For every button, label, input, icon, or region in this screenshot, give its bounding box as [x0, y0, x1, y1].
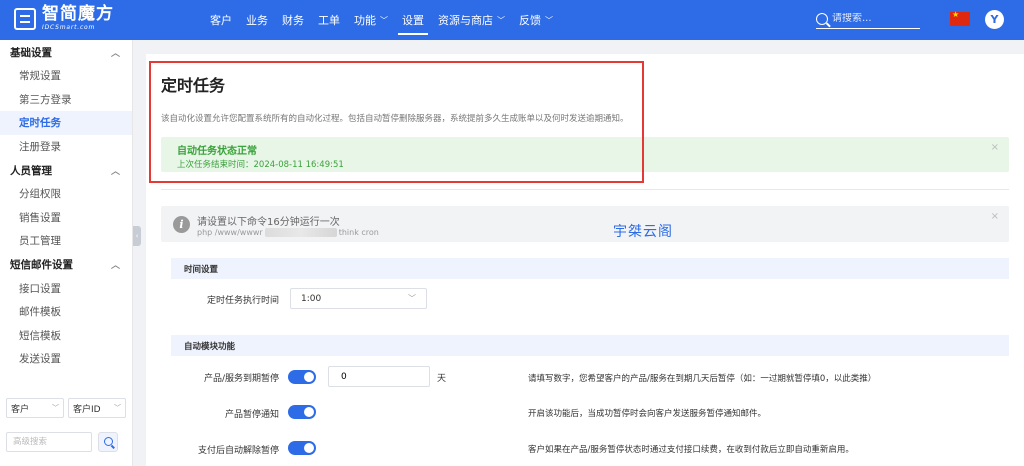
filter-field-select[interactable]: 客户ID ﹀: [68, 398, 126, 418]
sidebar: 基础设置 ︿ 常规设置 第三方登录 定时任务 注册登录 人员管理 ︿ 分组权限 …: [0, 40, 133, 466]
chevron-up-icon: ︿: [110, 261, 120, 271]
cron-time-select[interactable]: 1:00 ﹀: [290, 288, 427, 309]
days-unit: 天: [437, 374, 447, 384]
info-icon: i: [173, 216, 190, 233]
suspend-on-expiry-help: 请填写数字，您希望客户的产品/服务在到期几天后暂停（如：一过期就暂停填0，以此类…: [528, 374, 877, 384]
logo-icon: [14, 7, 36, 30]
suspend-on-expiry-label: 产品/服务到期暂停: [203, 374, 279, 384]
sidebar-group-staff[interactable]: 人员管理 ︿: [0, 158, 132, 182]
nav-item-business[interactable]: 业务: [246, 0, 268, 40]
advanced-search-input[interactable]: [6, 432, 92, 452]
sidebar-item-staff-management[interactable]: 员工管理: [0, 229, 132, 253]
brand-name: 智简魔方: [42, 4, 114, 24]
brand-logo[interactable]: 智简魔方 IDCSmart.com: [14, 6, 114, 31]
advanced-search-button[interactable]: [98, 432, 118, 452]
chevron-down-icon: ﹀: [52, 404, 59, 412]
watermark: 宇桀云阁: [613, 224, 673, 240]
nav-item-settings[interactable]: 设置: [398, 0, 428, 40]
filter-type-select[interactable]: 客户 ﹀: [6, 398, 64, 418]
search-icon: [104, 437, 113, 446]
close-icon[interactable]: ×: [991, 211, 999, 222]
cron-command: php /www/wwwr think cron: [197, 228, 379, 237]
sidebar-item-cron[interactable]: 定时任务: [0, 111, 132, 135]
sidebar-item-group-permissions[interactable]: 分组权限: [0, 182, 132, 206]
top-bar: 智简魔方 IDCSmart.com 客户 业务 财务 工单 功能 ﹀ 设置 资源与…: [0, 0, 1024, 40]
redacted-path: [264, 228, 337, 237]
auto-unsuspend-toggle[interactable]: [288, 441, 316, 455]
sidebar-item-register-login[interactable]: 注册登录: [0, 135, 132, 159]
suspend-notify-label: 产品暂停通知: [224, 410, 279, 420]
nav-item-customer[interactable]: 客户: [210, 0, 232, 40]
suspend-notify-help: 开启该功能后，当成功暂停时会向客户发送服务暂停通知邮件。: [528, 409, 767, 419]
nav-item-features[interactable]: 功能 ﹀: [354, 0, 388, 40]
sidebar-group-sms-email[interactable]: 短信邮件设置 ︿: [0, 253, 132, 277]
sidebar-search: [6, 432, 126, 452]
auto-unsuspend-help: 客户如果在产品/服务暂停状态时通过支付接口续费，在收到付款后立即自动重新启用。: [528, 445, 854, 455]
notice-title: 请设置以下命令16分钟运行一次: [197, 217, 340, 228]
global-search: [816, 9, 920, 29]
chevron-down-icon: ﹀: [408, 294, 416, 303]
chevron-up-icon: ︿: [110, 48, 120, 59]
sidebar-item-email-templates[interactable]: 邮件模板: [0, 300, 132, 324]
sidebar-item-general[interactable]: 常规设置: [0, 64, 132, 88]
chevron-down-icon: ﹀: [497, 15, 505, 25]
cron-notice: i 请设置以下命令16分钟运行一次 php /www/wwwr think cro…: [161, 206, 1009, 242]
search-icon[interactable]: [816, 12, 828, 25]
sidebar-item-api-settings[interactable]: 接口设置: [0, 277, 132, 301]
nav-item-ticket[interactable]: 工单: [318, 0, 340, 40]
nav-item-finance[interactable]: 财务: [282, 0, 304, 40]
suspend-notify-toggle[interactable]: [288, 405, 316, 419]
sidebar-item-sms-templates[interactable]: 短信模板: [0, 324, 132, 348]
auto-module-header: 自动模块功能: [171, 335, 1009, 356]
brand-sub: IDCSmart.com: [42, 24, 96, 31]
sidebar-item-sales-settings[interactable]: 销售设置: [0, 206, 132, 230]
china-flag-icon[interactable]: [950, 10, 970, 26]
sidebar-group-basic[interactable]: 基础设置 ︿: [0, 40, 132, 64]
chevron-up-icon: ︿: [110, 166, 120, 177]
chevron-left-icon: ‹: [135, 232, 139, 240]
divider: [161, 189, 1009, 190]
time-settings-header: 时间设置: [171, 258, 1009, 279]
sidebar-item-send-settings[interactable]: 发送设置: [0, 347, 132, 371]
sidebar-collapse-handle[interactable]: ‹: [133, 226, 141, 246]
chevron-down-icon: ﹀: [545, 15, 553, 25]
search-input[interactable]: [832, 13, 912, 24]
nav-item-resources-store[interactable]: 资源与商店 ﹀: [438, 0, 505, 40]
main-nav: 客户 业务 财务 工单 功能 ﹀ 设置 资源与商店 ﹀ 反馈 ﹀: [210, 0, 567, 40]
cron-time-label: 定时任务执行时间: [206, 296, 279, 306]
close-icon[interactable]: ×: [991, 142, 999, 153]
nav-item-feedback[interactable]: 反馈 ﹀: [519, 0, 553, 40]
chevron-down-icon: ﹀: [114, 404, 121, 412]
sidebar-item-third-party-login[interactable]: 第三方登录: [0, 88, 132, 112]
chevron-down-icon: ﹀: [380, 15, 388, 25]
auto-unsuspend-label: 支付后自动解除暂停: [197, 446, 279, 456]
avatar[interactable]: Y: [985, 10, 1004, 29]
highlight-box: [149, 61, 644, 183]
suspend-on-expiry-toggle[interactable]: [288, 370, 316, 384]
sidebar-filters: 客户 ﹀ 客户ID ﹀: [6, 398, 126, 418]
suspend-days-input[interactable]: [328, 366, 430, 387]
